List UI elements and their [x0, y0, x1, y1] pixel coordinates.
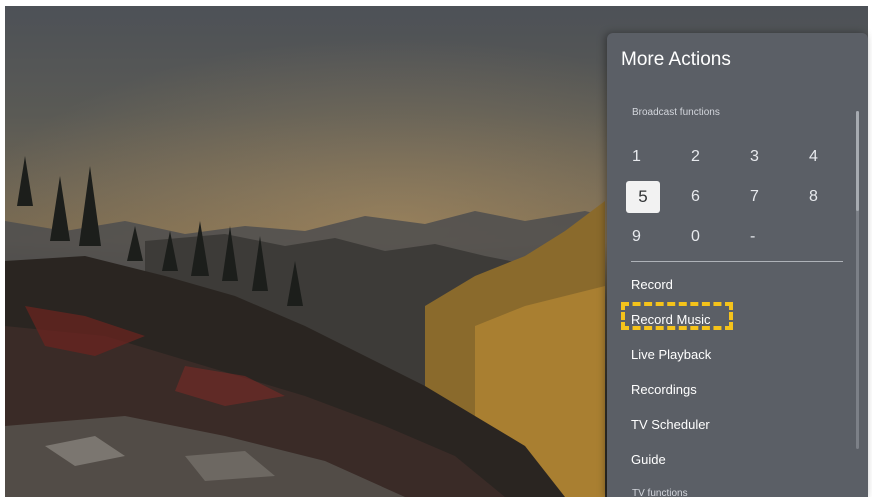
menu-item-tv-scheduler[interactable]: TV Scheduler: [631, 410, 846, 445]
number-key-5[interactable]: 5: [626, 177, 688, 217]
number-key-9[interactable]: 9: [629, 217, 688, 257]
broadcast-functions-label: Broadcast functions: [632, 107, 720, 118]
menu-item-guide[interactable]: Guide: [631, 445, 846, 480]
number-key-7[interactable]: 7: [747, 177, 806, 217]
action-menu: Record Record Music Live Playback Record…: [621, 270, 846, 480]
tv-functions-label: TV functions: [632, 488, 688, 497]
number-key-1[interactable]: 1: [629, 137, 688, 177]
scrollbar[interactable]: [856, 111, 859, 449]
menu-item-record[interactable]: Record: [631, 270, 846, 305]
number-key-6[interactable]: 6: [688, 177, 747, 217]
divider: [631, 261, 843, 262]
panel-title: More Actions: [621, 49, 731, 70]
scrollbar-thumb[interactable]: [856, 111, 859, 211]
menu-item-record-music[interactable]: Record Music: [621, 302, 846, 340]
number-key-2[interactable]: 2: [688, 137, 747, 177]
more-actions-panel: More Actions Broadcast functions 1 2 3 4…: [607, 33, 868, 497]
number-key-0[interactable]: 0: [688, 217, 747, 257]
number-key-dash[interactable]: -: [747, 217, 806, 257]
number-keypad: 1 2 3 4 5 6 7 8 9 0 -: [626, 137, 868, 257]
menu-item-live-playback[interactable]: Live Playback: [631, 340, 846, 375]
menu-item-recordings[interactable]: Recordings: [631, 375, 846, 410]
number-key-3[interactable]: 3: [747, 137, 806, 177]
